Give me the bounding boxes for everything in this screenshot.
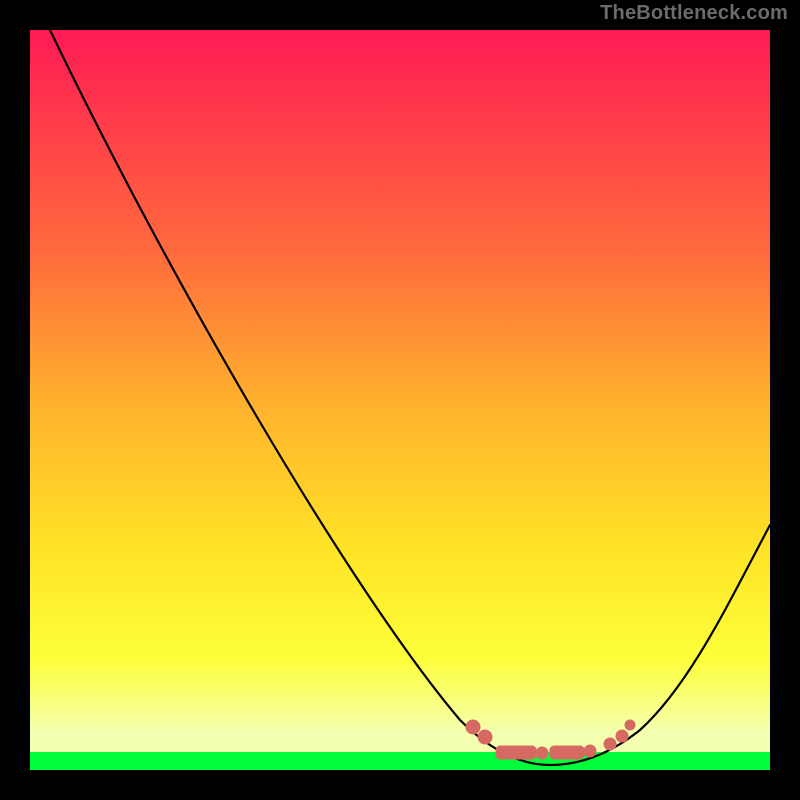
bottleneck-chart-svg: [30, 30, 770, 770]
marker-dot: [584, 745, 596, 757]
green-optimal-band: [30, 752, 770, 770]
plot-area: [30, 30, 770, 770]
marker-pill: [550, 746, 584, 759]
marker-dot: [536, 747, 548, 759]
chart-frame: TheBottleneck.com: [0, 0, 800, 800]
marker-dot: [466, 720, 480, 734]
attribution-text: TheBottleneck.com: [600, 2, 788, 25]
marker-dot: [604, 738, 616, 750]
marker-dot: [478, 730, 492, 744]
marker-dot: [616, 730, 628, 742]
heat-gradient-bg: [30, 30, 770, 770]
marker-dot: [625, 720, 635, 730]
marker-pill: [496, 746, 536, 759]
